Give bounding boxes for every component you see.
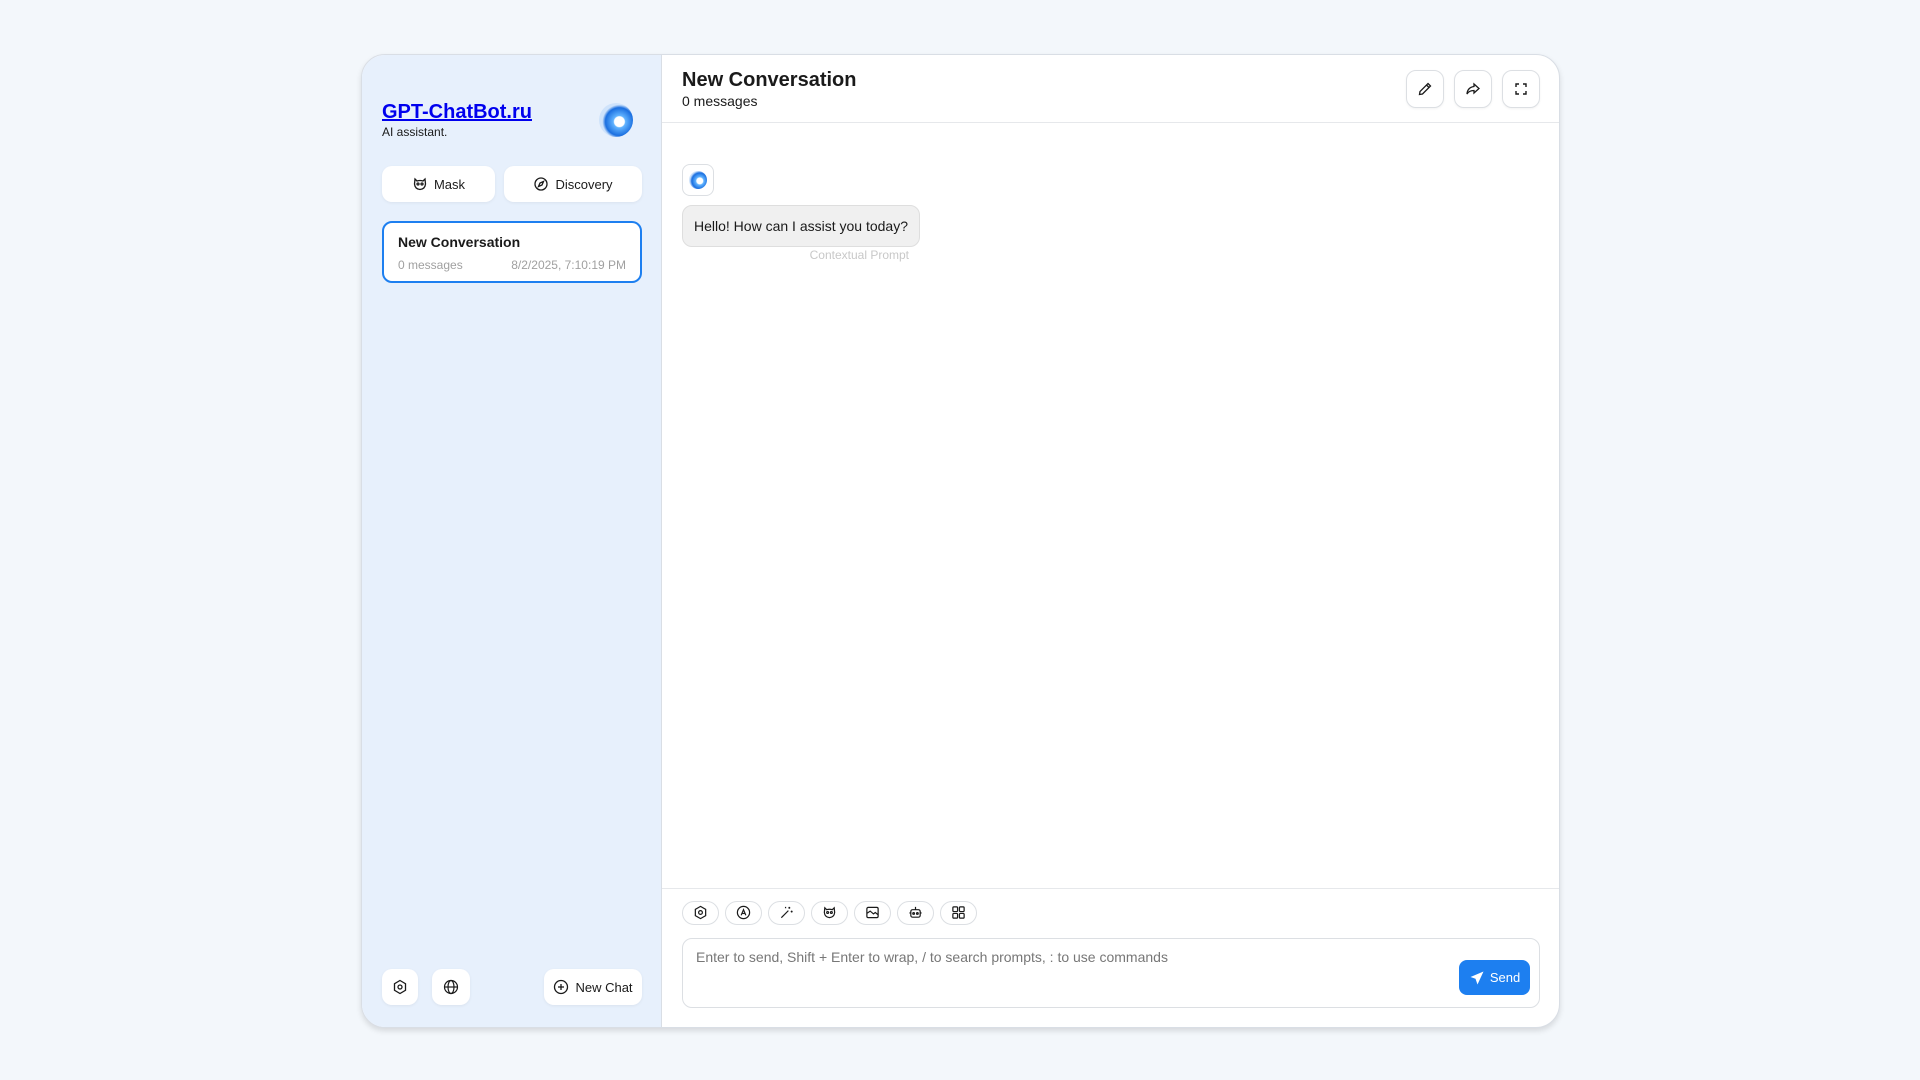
compass-icon xyxy=(533,176,549,192)
send-button-label: Send xyxy=(1489,970,1521,985)
chat-list-item[interactable]: New Conversation 0 messages 8/2/2025, 7:… xyxy=(382,221,642,283)
plus-circle-icon xyxy=(553,979,569,995)
brand-title-link[interactable]: GPT-ChatBot.ru xyxy=(382,101,532,124)
mask-button-label: Mask xyxy=(433,176,466,192)
brand-subtitle: AI assistant. xyxy=(382,125,448,139)
plugins-tool[interactable] xyxy=(940,901,977,925)
mask-tool[interactable] xyxy=(811,901,848,925)
discovery-button[interactable]: Discovery xyxy=(504,166,642,202)
chat-panel: New Conversation 0 messages Hello! How c… xyxy=(662,55,1559,1027)
sidebar: GPT-ChatBot.ru AI assistant. Mask Discov… xyxy=(362,55,662,1027)
model-tool[interactable] xyxy=(725,901,762,925)
language-button[interactable] xyxy=(432,969,470,1005)
globe-icon xyxy=(443,979,459,995)
image-tool[interactable] xyxy=(854,901,891,925)
discovery-button-label: Discovery xyxy=(555,176,613,192)
robot-icon xyxy=(908,905,924,921)
edit-button[interactable] xyxy=(1406,70,1444,108)
chat-item-count: 0 messages xyxy=(398,258,463,272)
mask-button[interactable]: Mask xyxy=(382,166,495,202)
model-icon xyxy=(736,905,752,921)
conversation-message-count: 0 messages xyxy=(682,93,758,109)
settings-button[interactable] xyxy=(382,969,418,1005)
mask-icon xyxy=(822,905,838,921)
chat-item-date: 8/2/2025, 7:10:19 PM xyxy=(511,258,626,272)
prompt-tool[interactable] xyxy=(768,901,805,925)
send-icon xyxy=(1469,970,1485,986)
plugins-grid-icon xyxy=(951,905,967,921)
send-button[interactable]: Send xyxy=(1459,960,1530,995)
share-button[interactable] xyxy=(1454,70,1492,108)
composer-toolbar xyxy=(682,901,977,925)
composer: Send xyxy=(662,888,1559,1027)
new-chat-button[interactable]: New Chat xyxy=(544,969,642,1005)
mask-icon xyxy=(412,176,428,192)
image-icon xyxy=(865,905,881,921)
message-input[interactable] xyxy=(696,949,1436,999)
robot-tool[interactable] xyxy=(897,901,934,925)
settings-icon xyxy=(392,979,408,995)
assistant-message: Hello! How can I assist you today? xyxy=(682,205,920,247)
app-window: GPT-ChatBot.ru AI assistant. Mask Discov… xyxy=(361,54,1560,1028)
bot-logo-icon xyxy=(689,171,707,189)
bot-avatar xyxy=(682,164,714,196)
magic-wand-icon xyxy=(779,905,795,921)
brand-logo xyxy=(599,103,633,137)
message-input-box: Send xyxy=(682,938,1540,1008)
chat-header: New Conversation 0 messages xyxy=(662,55,1559,123)
chat-item-title: New Conversation xyxy=(398,234,521,250)
settings-icon xyxy=(693,905,709,921)
message-meta: Contextual Prompt xyxy=(809,248,909,262)
new-chat-label: New Chat xyxy=(575,979,633,995)
pencil-icon xyxy=(1417,81,1433,97)
conversation-title[interactable]: New Conversation xyxy=(682,69,856,92)
chat-settings-tool[interactable] xyxy=(682,901,719,925)
fullscreen-icon xyxy=(1513,81,1529,97)
fullscreen-button[interactable] xyxy=(1502,70,1540,108)
share-icon xyxy=(1465,81,1481,97)
